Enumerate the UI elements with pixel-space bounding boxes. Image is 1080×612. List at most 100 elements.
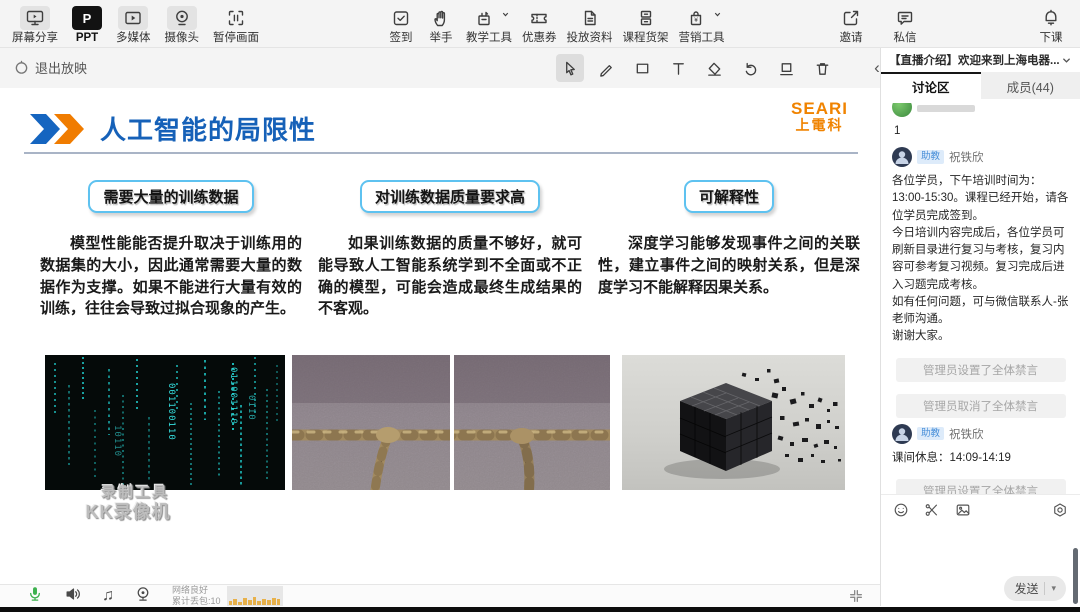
rectangle-tool[interactable]	[628, 54, 656, 82]
webcam-status-button[interactable]	[134, 585, 152, 608]
toolbar-pause-screen[interactable]: 暂停画面	[213, 0, 259, 48]
eraser-icon	[707, 62, 721, 76]
system-notice: 管理员取消了全体禁言	[895, 393, 1066, 418]
trash-icon	[816, 62, 828, 75]
column-heading: 对训练数据质量要求高	[359, 180, 540, 213]
toolbar-multimedia[interactable]: 多媒体	[116, 0, 151, 48]
tab-members[interactable]: 成员(44)	[980, 72, 1080, 99]
network-status: 网络良好 累计丢包:10	[172, 585, 283, 608]
toolbar-marketing-tools[interactable]: ¥ 营销工具	[679, 0, 725, 48]
undo-icon	[745, 62, 756, 75]
svg-text:10110: 10110	[112, 425, 122, 457]
chat-message-partial	[892, 103, 1069, 119]
text-tool[interactable]	[664, 54, 692, 82]
toolbar-label: 优惠券	[522, 32, 557, 44]
exit-presentation-label: 退出放映	[35, 61, 88, 76]
chat-message-text: 课间休息：14:09-14:19	[892, 451, 1011, 464]
pointer-tool[interactable]	[556, 54, 584, 82]
toolbar-label: 课程货架	[622, 32, 669, 44]
chat-message-text: 1	[894, 125, 901, 137]
marketing-tools-icon: ¥	[681, 6, 711, 30]
toolbar-end-group: 下课	[1036, 0, 1066, 48]
slide-title: 人工智能的局限性	[100, 115, 317, 145]
toolbar-source-group: 屏幕分享 P PPT 多媒体 摄像头 暂停画面	[12, 0, 259, 48]
presenter-toolbar: 退出放映 ‹	[0, 48, 910, 88]
column-body: 如果训练数据的质量不够好，就可能导致人工智能系统学到不全面或不正确的模型，可能会…	[318, 235, 582, 318]
send-label: 发送	[1014, 581, 1039, 596]
top-toolbar: 屏幕分享 P PPT 多媒体 摄像头 暂停画面 签到 举手 教学工具 优惠券 投…	[0, 0, 1080, 48]
private-message-icon	[890, 6, 920, 30]
camera-icon	[166, 6, 197, 30]
live-room-title: 【直播介绍】欢迎来到上海电器...	[889, 55, 1060, 67]
invite-icon	[836, 6, 866, 30]
slide-title-block: 人工智能的局限性	[28, 110, 316, 147]
exit-fullscreen-button[interactable]	[848, 588, 864, 609]
end-class-bell-icon	[1036, 6, 1066, 30]
column-body: 模型性能能否提升取决于训练用的数据集的大小，因此通常需要大量的数据作为支撑。如果…	[40, 235, 302, 318]
chevron-down-icon	[1063, 57, 1070, 63]
clear-board-tool[interactable]	[772, 54, 800, 82]
toolbar-camera[interactable]: 摄像头	[165, 0, 199, 48]
toolbar-invite[interactable]: 邀请	[836, 0, 866, 48]
chat-input-area[interactable]	[881, 524, 1080, 570]
chevron-down-icon	[714, 12, 721, 17]
packet-loss-label: 累计丢包:10	[172, 596, 221, 606]
live-room-title-bar[interactable]: 【直播介绍】欢迎来到上海电器...	[881, 48, 1080, 72]
toolbar-label: 营销工具	[678, 32, 725, 44]
speaker-button[interactable]	[64, 585, 82, 608]
toolbar-teaching-tools[interactable]: 教学工具	[466, 0, 512, 48]
chat-message-header: 助教 祝铁欣	[892, 423, 1069, 444]
tab-discussion[interactable]: 讨论区	[881, 72, 981, 99]
exit-presentation-button[interactable]: 退出放映	[14, 58, 87, 77]
toolbar-label: 签到	[389, 32, 413, 44]
avatar	[892, 147, 912, 168]
coupon-icon	[524, 6, 554, 30]
toolbar-course-shelf[interactable]: 课程货架	[623, 0, 669, 48]
chat-username: 祝铁欣	[949, 428, 984, 441]
title-chevrons-icon	[30, 113, 84, 144]
chat-message-text: 各位学员，下午培训时间为：13:00-15:30。课程已经开始，请各位学员完成签…	[892, 175, 1069, 343]
exit-fullscreen-icon	[850, 590, 862, 602]
toolbar-ppt[interactable]: P PPT	[72, 0, 102, 48]
slide-column-2: 对训练数据质量要求高 如果训练数据的质量不够好，就可能导致人工智能系统学到不全面…	[318, 180, 582, 320]
toolbar-label: 教学工具	[466, 32, 512, 44]
toolbar-label: 举手	[429, 32, 453, 44]
panel-tabs: 讨论区 成员(44)	[881, 72, 1080, 99]
toolbar-raise-hand[interactable]: 举手	[426, 0, 456, 48]
toolbar-end-class[interactable]: 下课	[1036, 0, 1066, 48]
eraser-tool[interactable]	[700, 54, 728, 82]
disintegrating-cube-image	[622, 355, 845, 490]
assistant-badge: 助教	[917, 426, 945, 441]
toolbar-label: 私信	[893, 32, 917, 44]
svg-text:¥: ¥	[694, 17, 698, 24]
column-heading: 需要大量的训练数据	[88, 180, 254, 213]
checkin-icon	[386, 6, 416, 30]
clear-board-icon	[779, 62, 793, 75]
toolbar-social-group: 邀请 私信	[836, 0, 920, 48]
emoji-button[interactable]	[893, 502, 909, 518]
annotation-tools: ‹ ›	[556, 54, 918, 82]
panel-scrollbar-thumb[interactable]	[1073, 548, 1078, 604]
toolbar-coupon[interactable]: 优惠券	[522, 0, 557, 48]
ppt-icon: P	[72, 6, 102, 30]
image-button[interactable]	[955, 502, 971, 518]
toolbar-screen-share[interactable]: 屏幕分享	[12, 0, 58, 48]
toolbar-checkin[interactable]: 签到	[386, 0, 416, 48]
background-music-button[interactable]: ♫	[102, 588, 114, 604]
send-button[interactable]: 发送 ▾	[1004, 575, 1066, 601]
pencil-tool[interactable]	[592, 54, 620, 82]
undo-tool[interactable]	[736, 54, 764, 82]
column-heading: 可解释性	[683, 180, 774, 213]
text-icon	[672, 62, 684, 75]
column-body: 深度学习能够发现事件之间的关联性，建立事件之间的映射关系，但是深度学习不能解释因…	[598, 235, 860, 296]
toolbar-private-message[interactable]: 私信	[890, 0, 920, 48]
slide-column-3: 可解释性 深度学习能够发现事件之间的关联性，建立事件之间的映射关系，但是深度学习…	[598, 180, 860, 298]
network-quality-label: 网络良好	[172, 584, 209, 595]
send-options-caret[interactable]: ▾	[1051, 583, 1056, 594]
delete-tool[interactable]	[808, 54, 836, 82]
microphone-button[interactable]	[26, 585, 44, 608]
screenshot-scissors-button[interactable]	[924, 502, 940, 518]
chat-message-list[interactable]: 1 助教 祝铁欣 各位学员，下午培训时间为：13:00-15:30。课程已经开始…	[881, 99, 1080, 494]
chat-settings-button[interactable]	[1052, 502, 1068, 518]
toolbar-materials[interactable]: 投放资料	[567, 0, 613, 48]
